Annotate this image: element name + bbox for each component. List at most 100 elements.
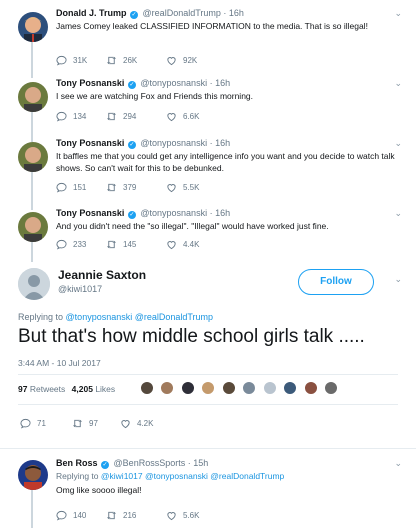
retweet-count: 26K: [123, 56, 138, 65]
author-handle[interactable]: @tonyposnanski: [140, 78, 207, 88]
tweet-thread: Donald J. Trump ✓ @realDonaldTrump · 16h…: [0, 0, 416, 528]
retweet-action[interactable]: 294: [106, 111, 136, 122]
tweet[interactable]: Tony Posnanski ✓ @tonyposnanski · 16h ⌄ …: [0, 138, 416, 208]
likes-total[interactable]: 4,205: [72, 384, 93, 394]
like-icon: [166, 55, 177, 66]
avatar[interactable]: [18, 12, 48, 42]
reply-action[interactable]: 151: [56, 182, 86, 193]
tweet-time[interactable]: 16h: [229, 8, 244, 18]
reply-count: 151: [73, 183, 87, 192]
tweet[interactable]: Tony Posnanski ✓ @tonyposnanski · 16h ⌄ …: [0, 78, 416, 142]
reply-icon: [56, 239, 67, 250]
reply-action[interactable]: 140: [56, 510, 86, 521]
avatar[interactable]: [262, 381, 277, 395]
replying-handles[interactable]: @kiwi1017 @tonyposnanski @realDonaldTrum…: [101, 471, 284, 481]
retweet-action[interactable]: 97: [72, 418, 98, 429]
tweet-time[interactable]: 15h: [193, 458, 208, 468]
reply-count: 71: [37, 419, 46, 428]
author-handle[interactable]: @tonyposnanski: [140, 208, 207, 218]
like-icon: [166, 182, 177, 193]
tweet-text: Omg like soooo illegal!: [56, 485, 142, 495]
verified-icon: ✓: [130, 11, 139, 19]
author-name[interactable]: Jeannie Saxton: [58, 268, 146, 282]
tweet-header: Tony Posnanski ✓ @tonyposnanski · 16h: [56, 138, 230, 149]
avatar[interactable]: [18, 82, 48, 112]
replying-handles[interactable]: @tonyposnanski @realDonaldTrump: [66, 312, 214, 322]
tweet-header: Ben Ross ✓ @BenRossSports · 15h: [56, 458, 208, 469]
reply-action[interactable]: 31K: [56, 55, 87, 66]
retweet-icon: [106, 55, 117, 66]
author-name[interactable]: Tony Posnanski: [56, 138, 124, 148]
avatar[interactable]: [242, 381, 257, 395]
avatar[interactable]: [283, 381, 298, 395]
retweet-action[interactable]: 26K: [106, 55, 137, 66]
avatar[interactable]: [140, 381, 154, 395]
like-icon: [166, 510, 177, 521]
reply-action[interactable]: 71: [20, 418, 46, 429]
tweet-timestamp[interactable]: 3:44 AM - 10 Jul 2017: [18, 358, 101, 368]
author-handle[interactable]: @BenRossSports: [114, 458, 186, 468]
replying-prefix: Replying to: [56, 471, 99, 481]
likes-label[interactable]: Likes: [95, 384, 115, 394]
author-handle[interactable]: @realDonaldTrump: [143, 8, 221, 18]
like-action[interactable]: 92K: [166, 55, 197, 66]
reply-count: 31K: [73, 56, 88, 65]
retweets-label[interactable]: Retweets: [30, 384, 65, 394]
author-name[interactable]: Ben Ross: [56, 458, 98, 468]
avatar[interactable]: [201, 381, 216, 395]
retweet-action[interactable]: 145: [106, 239, 136, 250]
replying-to: Replying to @kiwi1017 @tonyposnanski @re…: [56, 471, 284, 481]
chevron-down-icon[interactable]: ⌄: [394, 458, 402, 469]
retweet-icon: [106, 111, 117, 122]
chevron-down-icon[interactable]: ⌄: [394, 138, 402, 149]
avatar[interactable]: [303, 381, 318, 395]
like-action[interactable]: 4.4K: [166, 239, 199, 250]
tweet[interactable]: Tony Posnanski ✓ @tonyposnanski · 16h ⌄ …: [0, 208, 416, 260]
tweet-time-separator: ·: [209, 78, 213, 88]
divider: [18, 404, 398, 405]
retweet-count: 294: [123, 112, 137, 121]
tweet-time[interactable]: 16h: [215, 78, 230, 88]
verified-icon: ✓: [101, 461, 110, 469]
like-action[interactable]: 6.6K: [166, 111, 199, 122]
avatar[interactable]: [18, 460, 48, 490]
chevron-down-icon[interactable]: ⌄: [394, 208, 402, 219]
like-action[interactable]: 4.2K: [120, 418, 153, 429]
retweet-action[interactable]: 379: [106, 182, 136, 193]
follow-button[interactable]: Follow: [298, 269, 374, 295]
avatar[interactable]: [180, 381, 195, 395]
retweet-count: 97: [89, 419, 98, 428]
chevron-down-icon[interactable]: ⌄: [394, 78, 402, 89]
tweet-time[interactable]: 16h: [215, 208, 230, 218]
author-handle[interactable]: @kiwi1017: [58, 284, 102, 294]
avatar[interactable]: [18, 142, 48, 172]
like-count: 4.2K: [137, 419, 154, 428]
retweets-total[interactable]: 97: [18, 384, 27, 394]
author-name[interactable]: Donald J. Trump: [56, 8, 127, 18]
like-action[interactable]: 5.6K: [166, 510, 199, 521]
retweet-action[interactable]: 216: [106, 510, 136, 521]
like-action[interactable]: 5.5K: [166, 182, 199, 193]
avatar[interactable]: [18, 212, 48, 242]
author-handle[interactable]: @tonyposnanski: [140, 138, 207, 148]
author-name[interactable]: Tony Posnanski: [56, 208, 124, 218]
avatar[interactable]: [221, 381, 236, 395]
retweet-count: 379: [123, 183, 137, 192]
chevron-down-icon[interactable]: ⌄: [394, 8, 402, 19]
avatar[interactable]: [160, 381, 175, 395]
tweet[interactable]: Donald J. Trump ✓ @realDonaldTrump · 16h…: [0, 8, 416, 78]
verified-icon: ✓: [127, 211, 136, 219]
like-icon: [120, 418, 131, 429]
reply-count: 233: [73, 240, 87, 249]
tweet-time-separator: ·: [209, 138, 213, 148]
author-name[interactable]: Tony Posnanski: [56, 78, 124, 88]
tweet[interactable]: Ben Ross ✓ @BenRossSports · 15h ⌄ Replyi…: [0, 458, 416, 528]
avatar[interactable]: [18, 268, 50, 300]
avatar[interactable]: [324, 381, 339, 395]
reply-action[interactable]: 134: [56, 111, 86, 122]
tweet-time-separator: ·: [209, 208, 213, 218]
chevron-down-icon[interactable]: ⌄: [394, 274, 402, 285]
reply-action[interactable]: 233: [56, 239, 86, 250]
reply-icon: [56, 55, 67, 66]
tweet-time[interactable]: 16h: [215, 138, 230, 148]
